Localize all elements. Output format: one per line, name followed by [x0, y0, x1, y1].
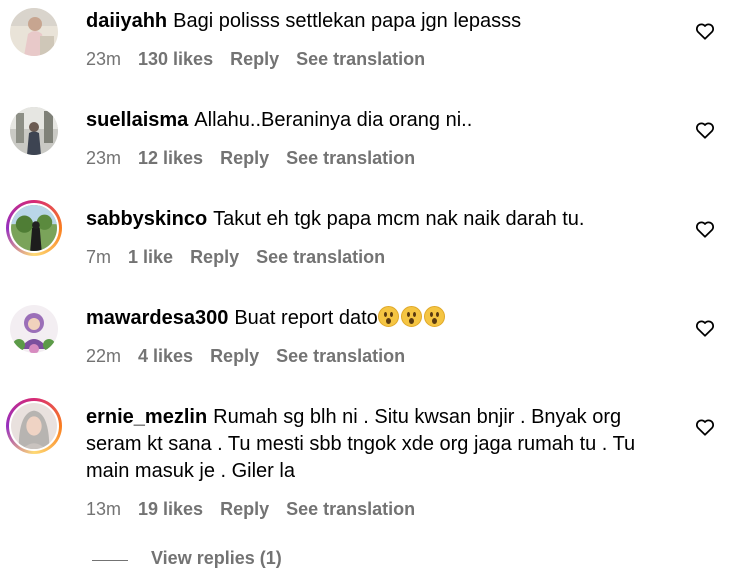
reply-button[interactable]: Reply: [190, 247, 239, 267]
avatar[interactable]: [6, 398, 62, 454]
comment-text: Allahu..Beraninya dia orang ni..: [194, 109, 473, 131]
heart-icon[interactable]: [694, 20, 716, 42]
likes-count[interactable]: 19 likes: [138, 499, 203, 519]
heart-icon[interactable]: [694, 416, 716, 438]
see-translation-button[interactable]: See translation: [286, 148, 415, 168]
timestamp: 7m: [86, 247, 112, 267]
username[interactable]: suellaisma: [86, 109, 188, 131]
heart-icon[interactable]: [694, 119, 716, 141]
reply-button[interactable]: Reply: [220, 148, 269, 168]
avatar[interactable]: [6, 200, 62, 256]
comment-meta: 7m 1 like Reply See translation: [86, 247, 402, 268]
astonished-face-emoji: [423, 306, 445, 327]
see-translation-button[interactable]: See translation: [286, 499, 415, 519]
comment-meta: 22m 4 likes Reply See translation: [86, 346, 422, 367]
heart-icon[interactable]: [694, 218, 716, 240]
avatar[interactable]: [10, 107, 58, 155]
timestamp: 22m: [86, 346, 122, 366]
comment-meta: 23m 130 likes Reply See translation: [86, 49, 442, 70]
username[interactable]: sabbyskinco: [86, 208, 207, 230]
comment-text: Bagi polisss settlekan papa jgn lepasss: [173, 10, 522, 32]
heart-icon[interactable]: [694, 317, 716, 339]
username[interactable]: ernie_mezlin: [86, 406, 207, 428]
comment-meta: 13m 19 likes Reply See translation: [86, 499, 432, 520]
comment-text: Takut eh tgk papa mcm nak naik darah tu.: [213, 208, 585, 230]
timestamp: 13m: [86, 499, 122, 519]
avatar[interactable]: [10, 305, 58, 353]
see-translation-button[interactable]: See translation: [276, 346, 405, 366]
likes-count[interactable]: 4 likes: [138, 346, 193, 366]
view-replies-label[interactable]: View replies (1): [151, 548, 282, 569]
username[interactable]: daiiyahh: [86, 10, 167, 32]
timestamp: 23m: [86, 49, 122, 69]
reply-button[interactable]: Reply: [220, 499, 269, 519]
username[interactable]: mawardesa300: [86, 307, 228, 329]
comment-text: Buat report dato: [234, 307, 378, 329]
likes-count[interactable]: 12 likes: [138, 148, 203, 168]
reply-button[interactable]: Reply: [210, 346, 259, 366]
astonished-face-emoji: [400, 306, 422, 327]
astonished-face-emoji: [377, 306, 399, 327]
divider: [92, 560, 128, 561]
likes-count[interactable]: 130 likes: [138, 49, 213, 69]
see-translation-button[interactable]: See translation: [296, 49, 425, 69]
likes-count[interactable]: 1 like: [128, 247, 173, 267]
see-translation-button[interactable]: See translation: [256, 247, 385, 267]
comment-meta: 23m 12 likes Reply See translation: [86, 148, 432, 169]
timestamp: 23m: [86, 148, 122, 168]
avatar[interactable]: [10, 8, 58, 56]
reply-button[interactable]: Reply: [230, 49, 279, 69]
